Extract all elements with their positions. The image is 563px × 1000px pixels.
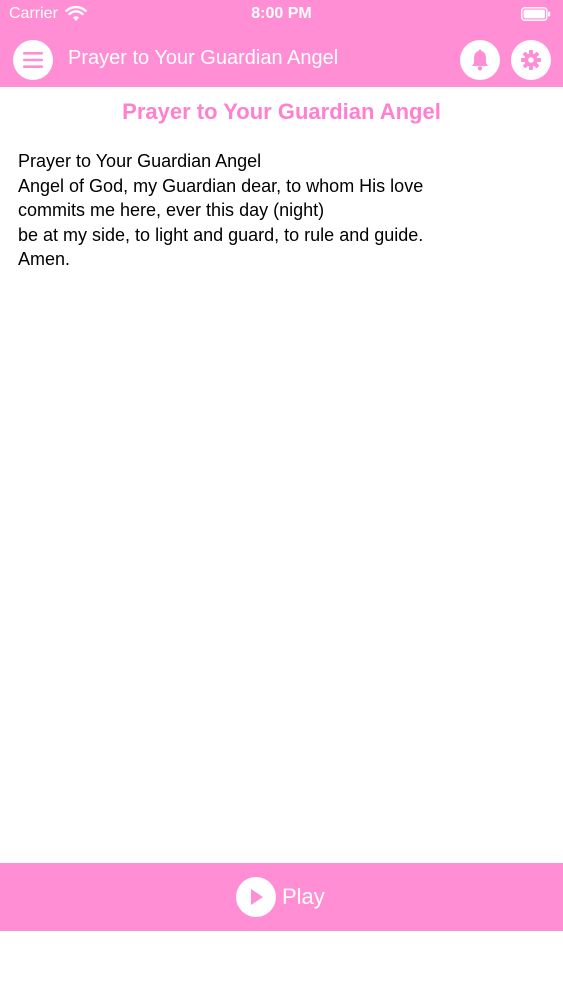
- nav-title: Prayer to Your Guardian Angel: [68, 47, 339, 69]
- page-title: Prayer to Your Guardian Angel: [122, 99, 441, 124]
- status-bar: Carrier 8:00 PM: [0, 0, 563, 30]
- navbar: Prayer to Your Guardian Angel: [0, 32, 563, 86]
- bottom-bar: Play: [0, 863, 563, 931]
- prayer-line: commits me here, ever this day (night): [18, 200, 325, 220]
- gear-icon: [521, 50, 541, 70]
- prayer-line: Angel of God, my Guardian dear, to whom …: [18, 175, 424, 196]
- prayer-line: Amen.: [18, 249, 71, 269]
- prayer-line: be at my side, to light and guard, to ru…: [18, 224, 424, 245]
- play-label: Play: [282, 884, 325, 909]
- prayer-text: Prayer to Your Guardian Angel Angel of G…: [18, 149, 548, 272]
- prayer-line: Prayer to Your Guardian Angel: [18, 151, 262, 171]
- menu-button[interactable]: [13, 40, 53, 80]
- status-time: 8:00 PM: [251, 5, 312, 22]
- settings-button[interactable]: [511, 40, 551, 80]
- menu-icon: [23, 52, 43, 68]
- prayer-content: Prayer to Your Guardian Angel Prayer to …: [0, 87, 563, 863]
- notifications-button[interactable]: [460, 40, 500, 80]
- play-button[interactable]: Play: [236, 877, 325, 917]
- play-circle: [236, 877, 276, 917]
- play-icon: [251, 889, 263, 905]
- bottom-spacer: [0, 931, 563, 1000]
- top-bar: Carrier 8:00 PM Prayer to Your Guardian …: [0, 0, 563, 87]
- bell-icon: [472, 49, 488, 71]
- screen: Carrier 8:00 PM Prayer to Your Guardian …: [0, 0, 563, 1000]
- battery-icon: [521, 7, 551, 21]
